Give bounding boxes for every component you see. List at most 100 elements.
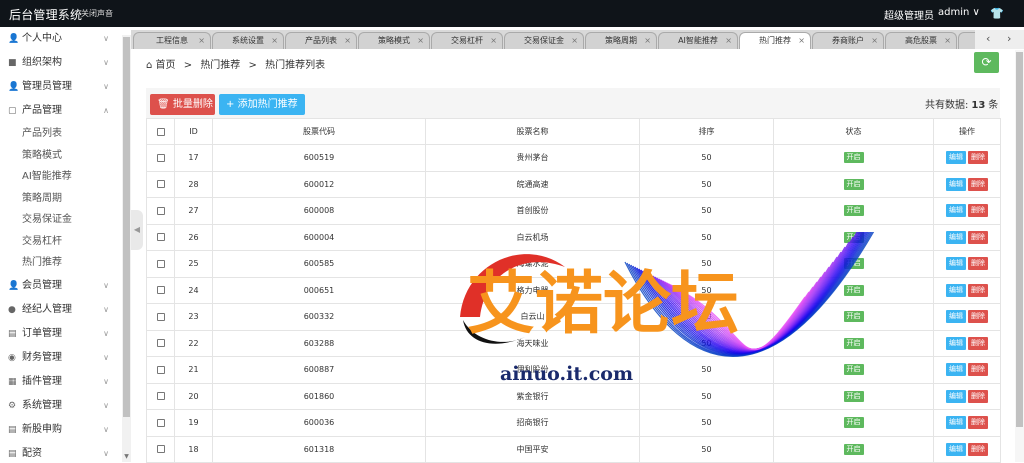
collapse-sidebar-handle[interactable]: ◀	[131, 210, 143, 250]
sidebar-item-8[interactable]: ▦ 插件管理 ∨	[0, 370, 121, 394]
sidebar-subitem[interactable]: 交易杠杆	[0, 231, 121, 253]
scroll-down-arrow-icon[interactable]: ▼	[122, 453, 131, 460]
close-icon[interactable]: ×	[571, 33, 578, 49]
row-checkbox[interactable]	[156, 392, 165, 401]
select-all-checkbox[interactable]	[156, 127, 165, 136]
row-checkbox[interactable]	[156, 206, 165, 215]
breadcrumb-level1[interactable]: 热门推荐	[200, 60, 240, 71]
tab-3[interactable]: 策略模式 ×	[358, 32, 430, 49]
status-badge[interactable]: 开启	[843, 417, 864, 429]
edit-button[interactable]: 编辑	[946, 416, 966, 430]
edit-button[interactable]: 编辑	[946, 151, 966, 165]
row-checkbox[interactable]	[156, 445, 165, 454]
tab-prev-icon[interactable]: ‹	[986, 30, 990, 48]
tab-10[interactable]: 高危股票 ×	[885, 32, 957, 49]
delete-button[interactable]: 删除	[968, 389, 988, 403]
close-icon[interactable]: ×	[198, 33, 205, 49]
tab-6[interactable]: 策略周期 ×	[585, 32, 657, 49]
edit-button[interactable]: 编辑	[946, 257, 966, 271]
close-icon[interactable]: ×	[798, 33, 805, 49]
home-icon[interactable]: ⌂	[146, 60, 152, 71]
sidebar-subitem[interactable]: 产品列表	[0, 123, 121, 145]
sidebar-item-6[interactable]: ▤ 订单管理 ∨	[0, 322, 121, 346]
edit-button[interactable]: 编辑	[946, 389, 966, 403]
edit-button[interactable]: 编辑	[946, 310, 966, 324]
breadcrumb-home[interactable]: 首页	[156, 60, 176, 71]
mute-sound-link[interactable]: 关闭声音	[81, 8, 113, 19]
edit-button[interactable]: 编辑	[946, 177, 966, 191]
batch-delete-button[interactable]: 🗑 批量删除	[150, 94, 215, 115]
edit-button[interactable]: 编辑	[946, 336, 966, 350]
row-checkbox[interactable]	[156, 339, 165, 348]
status-badge[interactable]: 开启	[843, 390, 864, 402]
user-menu[interactable]: admin ∨	[938, 7, 980, 18]
refresh-button[interactable]: ⟳	[974, 52, 999, 73]
status-badge[interactable]: 开启	[843, 364, 864, 376]
tab-9[interactable]: 券商账户 ×	[812, 32, 884, 49]
delete-button[interactable]: 删除	[968, 177, 988, 191]
close-icon[interactable]: ×	[644, 33, 651, 49]
row-checkbox[interactable]	[156, 365, 165, 374]
tab-0[interactable]: 工程信息 ×	[133, 32, 211, 49]
tab-5[interactable]: 交易保证金 ×	[504, 32, 584, 49]
status-badge[interactable]: 开启	[843, 205, 864, 217]
sidebar-item-2[interactable]: 👤 管理员管理 ∨	[0, 75, 121, 99]
sidebar-subitem[interactable]: AI智能推荐	[0, 166, 121, 188]
status-badge[interactable]: 开启	[843, 311, 864, 323]
sidebar-item-3[interactable]: ▢ 产品管理 ∧	[0, 99, 121, 123]
sidebar-item-10[interactable]: ▤ 新股申购 ∨	[0, 418, 121, 442]
shirt-icon[interactable]: 👕	[990, 7, 1004, 20]
edit-button[interactable]: 编辑	[946, 204, 966, 218]
content-scrollbar[interactable]	[1015, 50, 1024, 462]
delete-button[interactable]: 删除	[968, 416, 988, 430]
status-badge[interactable]: 开启	[843, 258, 864, 270]
delete-button[interactable]: 删除	[968, 151, 988, 165]
row-checkbox[interactable]	[156, 312, 165, 321]
close-icon[interactable]: ×	[725, 33, 732, 49]
status-badge[interactable]: 开启	[843, 337, 864, 349]
scroll-thumb[interactable]	[123, 37, 130, 417]
status-badge[interactable]: 开启	[843, 284, 864, 296]
sidebar-item-9[interactable]: ⚙ 系统管理 ∨	[0, 394, 121, 418]
sidebar-item-1[interactable]: ■ 组织架构 ∨	[0, 51, 121, 75]
status-badge[interactable]: 开启	[843, 231, 864, 243]
delete-button[interactable]: 删除	[968, 204, 988, 218]
sidebar-scrollbar[interactable]: ▼	[122, 35, 131, 462]
sidebar-item-0[interactable]: 👤 个人中心 ∨	[0, 27, 121, 51]
row-checkbox[interactable]	[156, 286, 165, 295]
status-badge[interactable]: 开启	[843, 443, 864, 455]
sidebar-item-5[interactable]: ● 经纪人管理 ∨	[0, 298, 121, 322]
sidebar-subitem[interactable]: 交易保证金	[0, 209, 121, 231]
tab-4[interactable]: 交易杠杆 ×	[431, 32, 503, 49]
status-badge[interactable]: 开启	[843, 152, 864, 164]
close-icon[interactable]: ×	[490, 33, 497, 49]
tab-2[interactable]: 产品列表 ×	[285, 32, 357, 49]
delete-button[interactable]: 删除	[968, 283, 988, 297]
sidebar-item-11[interactable]: ▤ 配资 ∨	[0, 442, 121, 463]
close-icon[interactable]: ×	[344, 33, 351, 49]
delete-button[interactable]: 删除	[968, 257, 988, 271]
sidebar-item-7[interactable]: ◉ 财务管理 ∨	[0, 346, 121, 370]
delete-button[interactable]: 删除	[968, 363, 988, 377]
row-checkbox[interactable]	[156, 259, 165, 268]
close-icon[interactable]: ×	[417, 33, 424, 49]
tab-next-icon[interactable]: ›	[1007, 30, 1011, 48]
delete-button[interactable]: 删除	[968, 230, 988, 244]
sidebar-subitem[interactable]: 策略模式	[0, 145, 121, 167]
tab-8[interactable]: 热门推荐 ×	[739, 32, 811, 49]
edit-button[interactable]: 编辑	[946, 230, 966, 244]
row-checkbox[interactable]	[156, 418, 165, 427]
delete-button[interactable]: 删除	[968, 442, 988, 456]
sidebar-subitem[interactable]: 热门推荐	[0, 252, 121, 274]
delete-button[interactable]: 删除	[968, 310, 988, 324]
edit-button[interactable]: 编辑	[946, 442, 966, 456]
row-checkbox[interactable]	[156, 233, 165, 242]
close-icon[interactable]: ×	[944, 33, 951, 49]
edit-button[interactable]: 编辑	[946, 283, 966, 297]
delete-button[interactable]: 删除	[968, 336, 988, 350]
add-hot-recommend-button[interactable]: + 添加热门推荐	[219, 94, 305, 115]
status-badge[interactable]: 开启	[843, 178, 864, 190]
row-checkbox[interactable]	[156, 180, 165, 189]
close-icon[interactable]: ×	[271, 33, 278, 49]
scroll-thumb[interactable]	[1016, 52, 1023, 427]
